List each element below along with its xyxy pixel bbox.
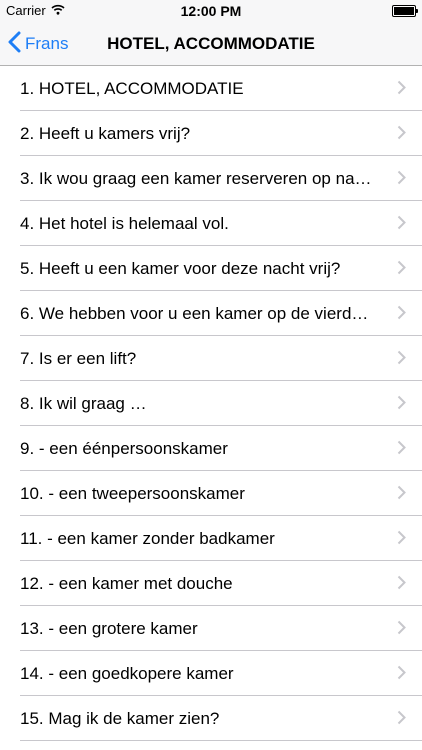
status-bar: Carrier 12:00 PM (0, 0, 422, 22)
list-item[interactable]: 9. - een éénpersoonskamer (0, 426, 422, 471)
chevron-right-icon (397, 125, 406, 145)
list-item-label: 11. - een kamer zonder badkamer (20, 528, 275, 548)
list-item-label: 9. - een éénpersoonskamer (20, 438, 228, 458)
page-title: HOTEL, ACCOMMODATIE (107, 34, 315, 53)
list-item-label: 12. - een kamer met douche (20, 573, 233, 593)
chevron-right-icon (397, 80, 406, 100)
chevron-right-icon (397, 215, 406, 235)
phrase-list: 1. HOTEL, ACCOMMODATIE 2. Heeft u kamers… (0, 66, 422, 741)
list-item[interactable]: 6. We hebben voor u een kamer op de vier… (0, 291, 422, 336)
status-right (392, 5, 418, 17)
list-item[interactable]: 14. - een goedkopere kamer (0, 651, 422, 696)
list-item[interactable]: 10. - een tweepersoonskamer (0, 471, 422, 516)
list-item[interactable]: 15. Mag ik de kamer zien? (0, 696, 422, 741)
chevron-right-icon (397, 350, 406, 370)
list-item-label: 8. Ik wil graag … (20, 393, 147, 413)
list-item-label: 4. Het hotel is helemaal vol. (20, 213, 229, 233)
chevron-right-icon (397, 305, 406, 325)
chevron-right-icon (397, 665, 406, 685)
list-item[interactable]: 12. - een kamer met douche (0, 561, 422, 606)
list-item[interactable]: 1. HOTEL, ACCOMMODATIE (0, 66, 422, 111)
list-item-label: 3. Ik wou graag een kamer reserveren op … (20, 168, 372, 188)
list-item-label: 7. Is er een lift? (20, 348, 137, 368)
chevron-right-icon (397, 530, 406, 550)
chevron-right-icon (397, 440, 406, 460)
list-item[interactable]: 2. Heeft u kamers vrij? (0, 111, 422, 156)
navigation-bar: Frans HOTEL, ACCOMMODATIE (0, 22, 422, 66)
list-item-label: 10. - een tweepersoonskamer (20, 483, 245, 503)
list-item[interactable]: 4. Het hotel is helemaal vol. (0, 201, 422, 246)
status-time: 12:00 PM (180, 3, 242, 19)
chevron-right-icon (397, 170, 406, 190)
chevron-right-icon (397, 575, 406, 595)
list-item[interactable]: 3. Ik wou graag een kamer reserveren op … (0, 156, 422, 201)
chevron-right-icon (397, 620, 406, 640)
list-item-label: 5. Heeft u een kamer voor deze nacht vri… (20, 258, 341, 278)
list-item[interactable]: 7. Is er een lift? (0, 336, 422, 381)
battery-icon (392, 5, 418, 17)
chevron-right-icon (397, 710, 406, 730)
list-item[interactable]: 8. Ik wil graag … (0, 381, 422, 426)
chevron-right-icon (397, 260, 406, 280)
chevron-right-icon (397, 395, 406, 415)
list-item[interactable]: 11. - een kamer zonder badkamer (0, 516, 422, 561)
list-item-label: 13. - een grotere kamer (20, 618, 198, 638)
list-item-label: 15. Mag ik de kamer zien? (20, 708, 220, 728)
list-item-label: 2. Heeft u kamers vrij? (20, 123, 191, 143)
list-item-label: 6. We hebben voor u een kamer op de vier… (20, 303, 369, 323)
chevron-right-icon (397, 485, 406, 505)
list-item-label: 1. HOTEL, ACCOMMODATIE (20, 78, 244, 98)
list-item-label: 14. - een goedkopere kamer (20, 663, 234, 683)
list-item[interactable]: 5. Heeft u een kamer voor deze nacht vri… (0, 246, 422, 291)
list-item[interactable]: 13. - een grotere kamer (0, 606, 422, 651)
